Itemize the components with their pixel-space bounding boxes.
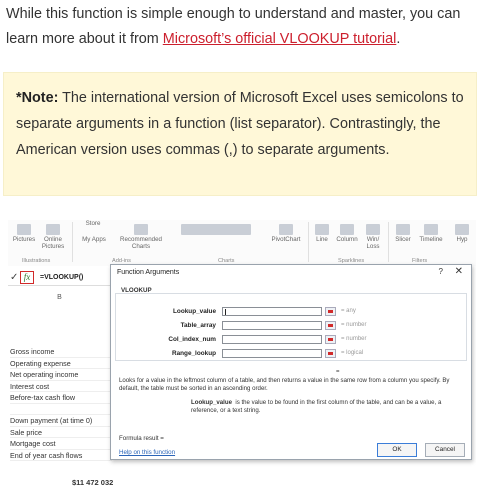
insert-function-button[interactable]: fx [20, 271, 34, 284]
intro-text-end: . [396, 31, 401, 47]
pivotchart-item[interactable]: PivotChart [268, 224, 304, 243]
arg-label: Col_index_num [168, 336, 216, 343]
arg-hint: = any [341, 308, 356, 314]
col-index-input[interactable] [222, 335, 322, 344]
row-label[interactable]: End of year cash flows [10, 450, 112, 461]
row-label[interactable]: Mortgage cost [10, 438, 112, 450]
chart-icon [134, 224, 148, 235]
help-icon[interactable]: ? [439, 267, 443, 276]
row-label[interactable]: Before-tax cash flow [10, 392, 112, 404]
note-label: *Note: [16, 90, 59, 106]
table-array-input[interactable] [222, 321, 322, 330]
result-equals: = [336, 369, 340, 375]
check-icon[interactable]: ✓ [10, 272, 18, 283]
recommended-charts-item[interactable]: Recommended Charts [118, 224, 164, 250]
ribbon-group-label: Illustrations [22, 258, 51, 264]
argument-description-label: Lookup_value [191, 399, 232, 406]
my-apps-item[interactable]: My Apps [76, 236, 112, 243]
row-label[interactable]: Net operating income [10, 369, 112, 381]
winloss-item[interactable]: Win/ Loss [362, 224, 384, 250]
arguments-group: Lookup_value = any Table_array = number … [115, 293, 467, 361]
store-item[interactable]: Store [78, 220, 108, 227]
formula-result: Formula result = [119, 435, 164, 442]
row-label[interactable]: Gross income [10, 346, 112, 358]
note-box: *Note: The international version of Micr… [3, 72, 477, 196]
column-header-b[interactable]: B [8, 294, 111, 304]
slicer-icon [396, 224, 410, 235]
ok-button[interactable]: OK [377, 443, 417, 457]
arg-hint: = number [341, 322, 367, 328]
arg-hint: = logical [341, 350, 364, 356]
arg-row-table-array: Table_array = number [116, 320, 468, 332]
excel-screenshot: Pictures Online Pictures Store My Apps R… [8, 220, 476, 495]
argument-description: Lookup_value is the value to be found in… [191, 399, 461, 415]
row-label[interactable]: Operating expense [10, 358, 112, 369]
collapse-dialog-icon[interactable] [325, 335, 336, 344]
cell-value[interactable]: $11 472 032 [72, 478, 113, 487]
line-item[interactable]: Line [312, 224, 332, 243]
function-arguments-dialog: Function Arguments ? ✕ VLOOKUP Lookup_va… [110, 264, 472, 460]
timeline-icon [424, 224, 438, 235]
close-icon[interactable]: ✕ [455, 266, 463, 277]
arg-label: Range_lookup [171, 350, 216, 357]
cancel-button[interactable]: Cancel [425, 443, 465, 457]
dialog-title: Function Arguments [117, 269, 180, 276]
range-lookup-input[interactable] [222, 349, 322, 358]
line-icon [315, 224, 329, 235]
row-labels: Gross income Operating expense Net opera… [10, 346, 112, 461]
chart-types-icon [181, 224, 251, 235]
hyperlink-icon [455, 224, 469, 235]
row-label[interactable] [10, 404, 112, 415]
pivotchart-icon [279, 224, 293, 235]
arg-label: Lookup_value [173, 308, 216, 315]
hyperlink-item[interactable]: Hyp [450, 224, 474, 243]
collapse-dialog-icon[interactable] [325, 321, 336, 330]
intro-paragraph: While this function is simple enough to … [6, 2, 476, 52]
vlookup-tutorial-link[interactable]: Microsoft’s official VLOOKUP tutorial [163, 31, 397, 47]
arg-hint: = number [341, 336, 367, 342]
ribbon-divider [308, 222, 309, 262]
picture-icon-item[interactable]: Pictures [12, 224, 36, 243]
picture-icon [17, 224, 31, 235]
collapse-dialog-icon[interactable] [325, 307, 336, 316]
row-label[interactable]: Interest cost [10, 381, 112, 392]
function-description: Looks for a value in the leftmost column… [119, 377, 450, 392]
formula-bar: ✓ fx =VLOOKUP() [8, 270, 113, 286]
note-text: The international version of Microsoft E… [16, 90, 464, 158]
ribbon-divider [72, 222, 73, 262]
lookup-value-input[interactable] [222, 307, 322, 316]
formula-content[interactable]: =VLOOKUP() [40, 274, 83, 281]
row-label[interactable]: Down payment (at time 0) [10, 415, 112, 427]
ribbon-divider [388, 222, 389, 262]
column-icon [340, 224, 354, 235]
timeline-item[interactable]: Timeline [416, 224, 446, 243]
arg-row-lookup-value: Lookup_value = any [116, 306, 468, 318]
help-link[interactable]: Help on this function [119, 449, 175, 456]
arg-row-col-index: Col_index_num = number [116, 334, 468, 346]
online-picture-item[interactable]: Online Pictures [40, 224, 66, 250]
column-item[interactable]: Column [334, 224, 360, 243]
arg-label: Table_array [180, 322, 216, 329]
collapse-dialog-icon[interactable] [325, 349, 336, 358]
online-picture-icon [46, 224, 60, 235]
ribbon: Pictures Online Pictures Store My Apps R… [8, 220, 476, 266]
slicer-item[interactable]: Slicer [392, 224, 414, 243]
winloss-icon [366, 224, 380, 235]
row-label[interactable]: Sale price [10, 427, 112, 438]
arg-row-range-lookup: Range_lookup = logical [116, 348, 468, 360]
chart-gallery[interactable] [168, 224, 264, 236]
